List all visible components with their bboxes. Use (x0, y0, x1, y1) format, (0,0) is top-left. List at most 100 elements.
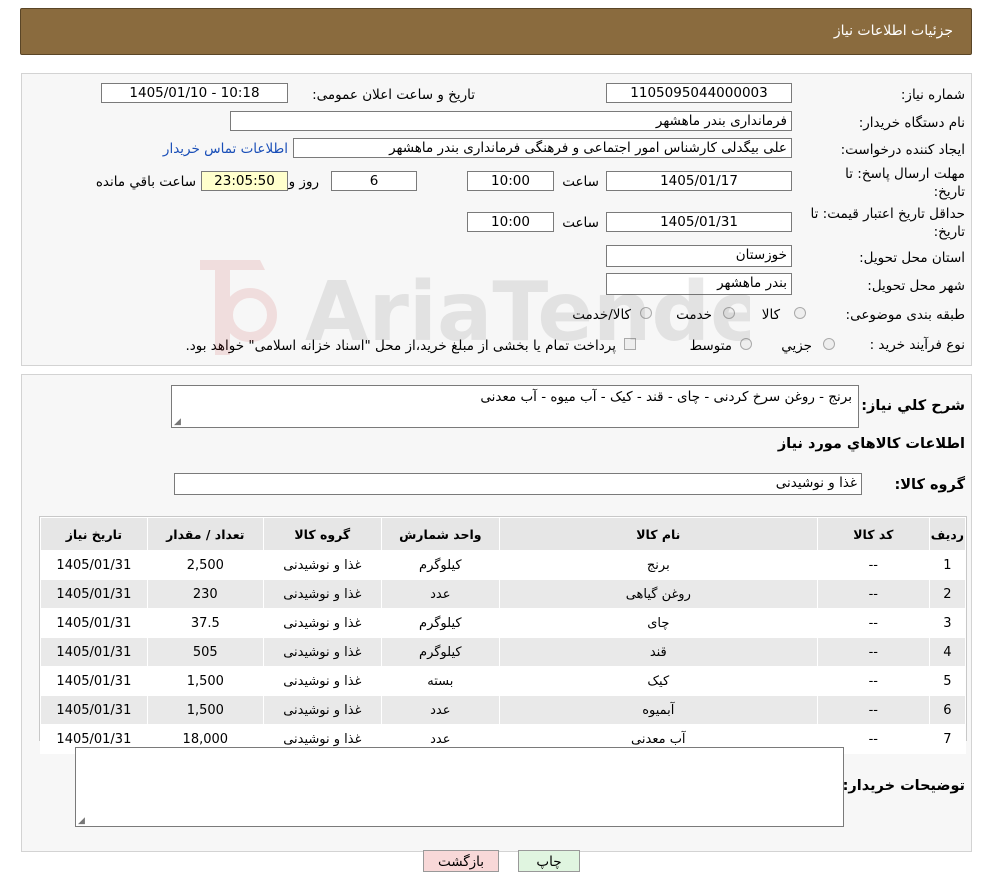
items-table-container: ردیف کد کالا نام کالا واحد شمارش گروه کا… (39, 516, 967, 754)
city-label: شهر محل تحویل: (867, 278, 965, 294)
category-radio-goods-service[interactable] (640, 307, 652, 319)
category-radio-goods[interactable] (794, 307, 806, 319)
city-field[interactable]: بندر ماهشهر (606, 273, 792, 295)
deadline-label-date: تاریخ: (933, 184, 965, 200)
quantity-cell: 505 (146, 637, 264, 667)
need-date-cell: 1405/01/31 (40, 666, 148, 696)
item-name-cell: کیک (498, 666, 818, 696)
item-code-cell: -- (816, 666, 930, 696)
validity-date-field[interactable]: 1405/01/31 (606, 212, 792, 232)
category-radio-service[interactable] (723, 307, 735, 319)
item-code-cell: -- (816, 695, 930, 725)
deadline-time-label: ساعت (562, 174, 599, 190)
days-label: روز و (288, 174, 319, 190)
summary-textarea[interactable]: برنج - روغن سرخ کردنی - چای - قند - کیک … (171, 385, 859, 428)
row-number-cell: 5 (928, 666, 967, 696)
col-unit-header: واحد شمارش (380, 517, 500, 551)
quantity-cell: 1,500 (146, 695, 264, 725)
quantity-cell: 37.5 (146, 608, 264, 638)
province-field[interactable]: خوزستان (606, 245, 792, 267)
need-number-label: شماره نیاز: (900, 87, 965, 103)
process-radio-medium[interactable] (740, 338, 752, 350)
item-code-cell: -- (816, 550, 930, 580)
table-row: 3 -- چای کیلوگرم غذا و نوشیدنی 37.5 1405/01/31 (40, 608, 967, 638)
buyer-contact-link[interactable]: اطلاعات تماس خریدار (163, 141, 288, 157)
row-number-cell: 1 (928, 550, 967, 580)
validity-time-label: ساعت (562, 215, 599, 231)
resize-grip-icon[interactable]: ◢ (78, 816, 85, 826)
deadline-time-field[interactable]: 10:00 (467, 171, 554, 191)
table-row: 2 -- روغن گیاهی عدد غذا و نوشیدنی 230 1405/01/… (40, 579, 967, 609)
remaining-time-label: ساعت باقي مانده (95, 174, 196, 190)
table-row: 1 -- برنج کیلوگرم غذا و نوشیدنی 2,500 1405/01/… (40, 550, 967, 580)
deadline-date-field[interactable]: 1405/01/17 (606, 171, 792, 191)
group-cell: غذا و نوشیدنی (262, 579, 382, 609)
item-code-cell: -- (816, 608, 930, 638)
deadline-label: مهلت ارسال پاسخ: تا (845, 166, 965, 182)
quantity-cell: 230 (146, 579, 264, 609)
table-row: 5 -- کیک بسته غذا و نوشیدنی 1,500 1405/01/31 (40, 666, 967, 696)
announce-datetime-label: تاریخ و ساعت اعلان عمومی: (312, 87, 475, 103)
need-date-cell: 1405/01/31 (40, 550, 148, 580)
creator-label: ایجاد کننده درخواست: (840, 142, 965, 158)
unit-cell: بسته (380, 666, 500, 696)
item-name-cell: روغن گیاهی (498, 579, 818, 609)
need-number-field[interactable]: 1105095044000003 (606, 83, 792, 103)
col-name-header: نام کالا (498, 517, 818, 551)
price-validity-label-date: تاریخ: (933, 224, 965, 240)
category-option-goods-service: کالا/خدمت (572, 307, 631, 323)
need-date-cell: 1405/01/31 (40, 695, 148, 725)
buyer-org-field[interactable]: فرمانداری بندر ماهشهر (230, 111, 792, 131)
remaining-time-field[interactable]: 23:05:50 (201, 171, 288, 191)
row-number-cell: 4 (928, 637, 967, 667)
item-name-cell: برنج (498, 550, 818, 580)
item-name-cell: چای (498, 608, 818, 638)
validity-time-field[interactable]: 10:00 (467, 212, 554, 232)
unit-cell: عدد (380, 695, 500, 725)
goods-group-label: گروه کالا: (894, 477, 965, 493)
col-date-header: تاریخ نیاز (40, 517, 148, 551)
page-title: جزئیات اطلاعات نیاز (833, 23, 953, 39)
buyer-notes-textarea[interactable]: ◢ (75, 747, 844, 827)
items-table: ردیف کد کالا نام کالا واحد شمارش گروه کا… (40, 517, 967, 754)
col-row-header: ردیف (928, 517, 967, 551)
row-number-cell: 3 (928, 608, 967, 638)
page-header: جزئیات اطلاعات نیاز (20, 8, 972, 55)
process-option-medium: متوسط (689, 338, 732, 354)
treasury-payment-note: پرداخت تمام یا بخشی از مبلغ خرید،از محل … (185, 338, 616, 354)
treasury-payment-checkbox[interactable] (624, 338, 636, 350)
announce-datetime-field[interactable]: 1405/01/10 - 10:18 (101, 83, 288, 103)
resize-grip-icon[interactable]: ◢ (174, 417, 181, 427)
category-label: طبقه بندی موضوعی: (845, 307, 965, 323)
quantity-cell: 2,500 (146, 550, 264, 580)
item-name-cell: آبمیوه (498, 695, 818, 725)
item-code-cell: -- (816, 637, 930, 667)
unit-cell: کیلوگرم (380, 637, 500, 667)
col-qty-header: تعداد / مقدار (146, 517, 264, 551)
days-field[interactable]: 6 (331, 171, 417, 191)
col-group-header: گروه کالا (262, 517, 382, 551)
price-validity-label: حداقل تاریخ اعتبار قیمت: تا (810, 206, 965, 222)
group-cell: غذا و نوشیدنی (262, 608, 382, 638)
category-option-service: خدمت (676, 307, 712, 323)
process-radio-partial[interactable] (823, 338, 835, 350)
back-button[interactable]: بازگشت (423, 850, 499, 872)
unit-cell: کیلوگرم (380, 608, 500, 638)
creator-field[interactable]: علی بیگدلی کارشناس امور اجتماعی و فرهنگی… (293, 138, 792, 158)
group-cell: غذا و نوشیدنی (262, 666, 382, 696)
item-name-cell: قند (498, 637, 818, 667)
table-row: 4 -- قند کیلوگرم غذا و نوشیدنی 505 1405/01/31 (40, 637, 967, 667)
goods-group-field[interactable]: غذا و نوشیدنی (174, 473, 862, 495)
category-option-goods: کالا (761, 307, 780, 323)
need-date-cell: 1405/01/31 (40, 608, 148, 638)
goods-info-title: اطلاعات کالاهاي مورد نیاز (777, 436, 965, 452)
unit-cell: کیلوگرم (380, 550, 500, 580)
process-type-label: نوع فرآیند خرید : (869, 337, 965, 353)
row-number-cell: 7 (928, 724, 967, 754)
print-button[interactable]: چاپ (518, 850, 580, 872)
group-cell: غذا و نوشیدنی (262, 695, 382, 725)
row-number-cell: 6 (928, 695, 967, 725)
summary-text: برنج - روغن سرخ کردنی - چای - قند - کیک … (480, 389, 852, 405)
group-cell: غذا و نوشیدنی (262, 637, 382, 667)
row-number-cell: 2 (928, 579, 967, 609)
